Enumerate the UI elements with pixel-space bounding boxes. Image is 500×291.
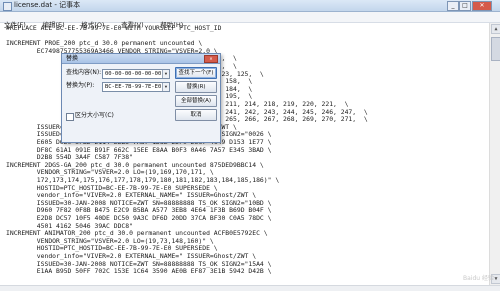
title-bar[interactable]: license.dat - 记事本 _ □ ✕ <box>0 0 500 12</box>
notepad-window: license.dat - 记事本 _ □ ✕ 文件(F) 编辑(E) 格式(O… <box>0 0 500 291</box>
editor-line: 172,173,174,175,176,177,178,179,180,181,… <box>6 176 280 184</box>
status-bar <box>0 285 500 291</box>
find-label: 查找内容(N): <box>66 69 102 76</box>
match-case-checkbox[interactable] <box>66 113 74 121</box>
scroll-up-icon[interactable]: ▲ <box>491 24 500 34</box>
vertical-scrollbar[interactable]: ▲ ▼ <box>489 23 500 285</box>
watermark: Baidu 经验 <box>463 275 494 282</box>
find-next-button[interactable]: 查找下一个(F) <box>175 67 217 79</box>
editor-line: vendor_info="VIVER=2.0 EXTERNAL_NAME=" I… <box>6 252 257 260</box>
replace-all-button[interactable]: 全部替换(A) <box>175 95 217 107</box>
find-input[interactable]: 00-00-00-00-00-00 ▼ <box>102 69 170 79</box>
replace-dropdown-icon[interactable]: ▼ <box>162 83 169 91</box>
scroll-thumb[interactable] <box>491 37 500 61</box>
match-case-label[interactable]: 区分大小写(C) <box>75 112 114 120</box>
replace-dialog: 替换 ✕ 查找内容(N): 00-00-00-00-00-00 ▼ 替换为(P)… <box>61 53 221 143</box>
window-title: license.dat - 记事本 <box>14 1 81 9</box>
maximize-button[interactable]: □ <box>459 1 471 11</box>
replace-input-value: BC-EE-7B-99-7E-E0 <box>105 84 162 90</box>
replace-label: 替换为(P): <box>66 82 95 89</box>
dialog-title-bar[interactable]: 替换 ✕ <box>62 54 220 64</box>
replace-input[interactable]: BC-EE-7B-99-7E-E0 ▼ <box>102 82 170 92</box>
notepad-icon <box>3 2 12 11</box>
cancel-button[interactable]: 取消 <box>175 109 217 121</box>
close-button[interactable]: ✕ <box>472 1 492 11</box>
dialog-close-button[interactable]: ✕ <box>204 55 218 63</box>
replace-button[interactable]: 替换(R) <box>175 81 217 93</box>
find-dropdown-icon[interactable]: ▼ <box>162 70 169 78</box>
editor-line: E1AA B95D 50FF 702C 153E 1C64 3590 AE0B … <box>6 267 272 276</box>
find-input-value: 00-00-00-00-00-00 <box>105 71 162 77</box>
minimize-button[interactable]: _ <box>447 1 459 11</box>
editor-line: #REPLACE ALL BC-EE-7B-99-7E-E0 WITH YOUR… <box>6 24 222 32</box>
menu-bar: 文件(F) 编辑(E) 格式(O) 查看(V) 帮助(H) <box>0 12 500 29</box>
editor-line: E2D8 DC57 10F5 40DE DC50 9A3C DF6D 20DD … <box>6 214 272 222</box>
dialog-title: 替换 <box>66 55 79 62</box>
